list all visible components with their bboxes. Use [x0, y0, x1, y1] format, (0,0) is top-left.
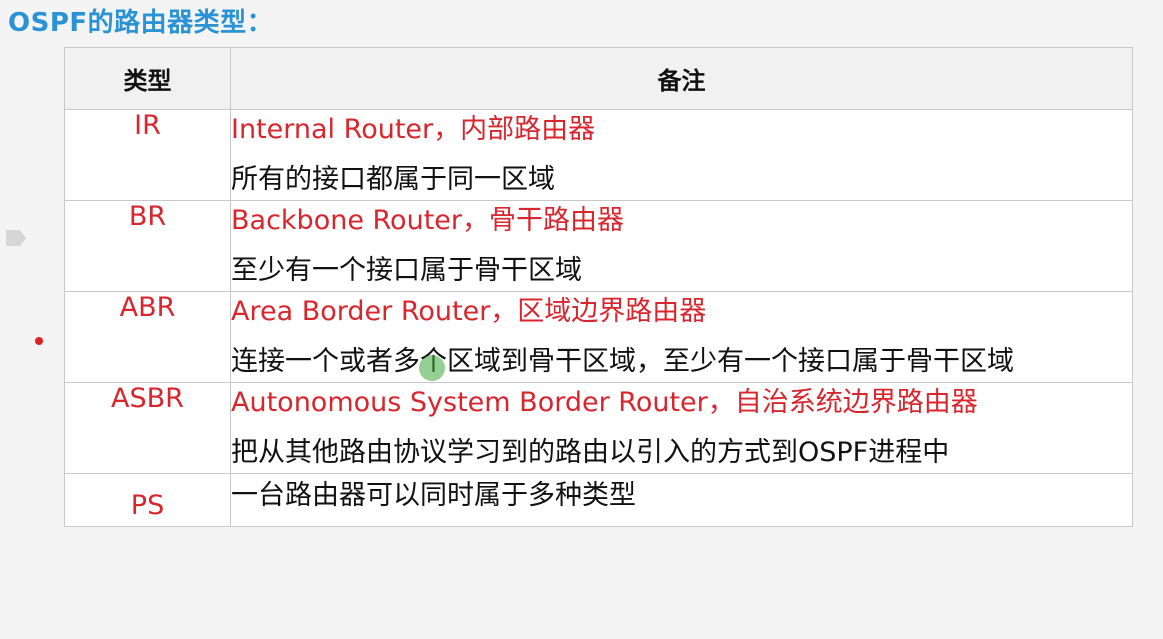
note-cell: Internal Router，内部路由器 所有的接口都属于同一区域	[230, 109, 1133, 201]
note-cell: Area Border Router，区域边界路由器 连接一个或者多个区域到骨干…	[230, 291, 1133, 383]
type-cell: ABR	[64, 291, 231, 383]
header-type: 类型	[64, 47, 231, 110]
note-name: Internal Router，内部路由器	[231, 114, 596, 145]
table-header-row: 类型 备注	[64, 47, 1133, 110]
table-row: BR Backbone Router，骨干路由器 至少有一个接口属于骨干区域	[64, 200, 1133, 292]
note-description: 一台路由器可以同时属于多种类型	[231, 480, 636, 511]
note-description: 连接一个或者多个区域到骨干区域，至少有一个接口属于骨干区域	[231, 346, 1014, 377]
laser-pointer-dot	[35, 337, 43, 345]
mouse-cursor-highlight	[419, 355, 445, 381]
note-name: Backbone Router，骨干路由器	[231, 205, 624, 236]
note-description: 至少有一个接口属于骨干区域	[231, 255, 582, 286]
header-note: 备注	[230, 47, 1133, 110]
note-description: 所有的接口都属于同一区域	[231, 164, 555, 195]
note-name: Area Border Router，区域边界路由器	[231, 296, 707, 327]
slide-title: OSPF的路由器类型：	[8, 8, 274, 38]
table-row: ABR Area Border Router，区域边界路由器 连接一个或者多个区…	[64, 291, 1133, 383]
note-cell: 一台路由器可以同时属于多种类型	[230, 473, 1133, 527]
table-row: PS 一台路由器可以同时属于多种类型	[64, 473, 1133, 527]
note-cell: Autonomous System Border Router，自治系统边界路由…	[230, 382, 1133, 474]
type-cell: BR	[64, 200, 231, 292]
note-cell: Backbone Router，骨干路由器 至少有一个接口属于骨干区域	[230, 200, 1133, 292]
table-row: IR Internal Router，内部路由器 所有的接口都属于同一区域	[64, 109, 1133, 201]
table-row: ASBR Autonomous System Border Router，自治系…	[64, 382, 1133, 474]
type-cell: IR	[64, 109, 231, 201]
router-types-table: 类型 备注 IR Internal Router，内部路由器 所有的接口都属于同…	[64, 47, 1133, 527]
type-cell: ASBR	[64, 382, 231, 474]
note-description: 把从其他路由协议学习到的路由以引入的方式到OSPF进程中	[231, 437, 950, 468]
note-name: Autonomous System Border Router，自治系统边界路由…	[231, 387, 978, 418]
type-cell: PS	[64, 473, 231, 527]
slide-nav-arrow-icon[interactable]	[4, 228, 28, 248]
